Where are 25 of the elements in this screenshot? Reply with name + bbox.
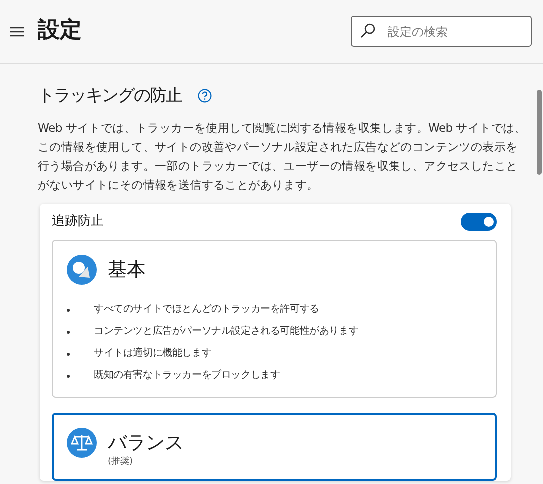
page-title: 設定 [38,18,82,45]
bullet-text: 既知の有害なトラッカーをブロックします [94,368,280,383]
description-text: Web サイトでは、トラッカーを使用して閲覧に関する情報を収集します。Web サイトでは、この情報を使用して、サイトの改善やパーソナル設定された広告などのコンテンツの表示を行う場合があります。一部のトラッカーでは、ユーザーの情報を収集し、アクセスしたことがないサイトにその情報を送信することがあります。 [38,120,528,194]
shapes-icon [67,254,97,285]
menu-icon[interactable] [10,26,24,36]
bullet-icon [67,352,70,356]
option-title: バランス [108,430,184,456]
option-subtitle: (推奨) [108,456,134,469]
scale-icon [67,428,97,458]
bullet-icon [67,374,70,378]
bullet-icon [67,330,70,334]
search-field[interactable]: 設定の検索 [351,16,532,47]
bullet-text: すべてのサイトでほとんどのトラッカーを許可する [94,302,320,317]
setting-label: 追跡防止 [52,213,104,232]
help-icon[interactable] [198,89,212,104]
toggle-switch[interactable] [461,213,497,232]
scrollbar-thumb[interactable] [537,90,542,175]
option-card[interactable]: バランス (推奨) [52,412,497,482]
bullet-icon [67,308,70,312]
section-title: トラッキングの防止 [38,86,182,106]
search-icon [360,23,376,39]
bullet-text: コンテンツと広告がパーソナル設定される可能性があります [94,324,359,339]
bullet-text: サイトは適切に機能します [94,346,212,361]
option-card[interactable]: 基本 すべてのサイトでほとんどのトラッカーを許可する コンテンツと広告がパーソナル設定される可能性があります サイトは適切に機能します 既知の有害なトラッカーをブロックします [52,240,497,398]
option-title: 基本 [108,258,146,283]
